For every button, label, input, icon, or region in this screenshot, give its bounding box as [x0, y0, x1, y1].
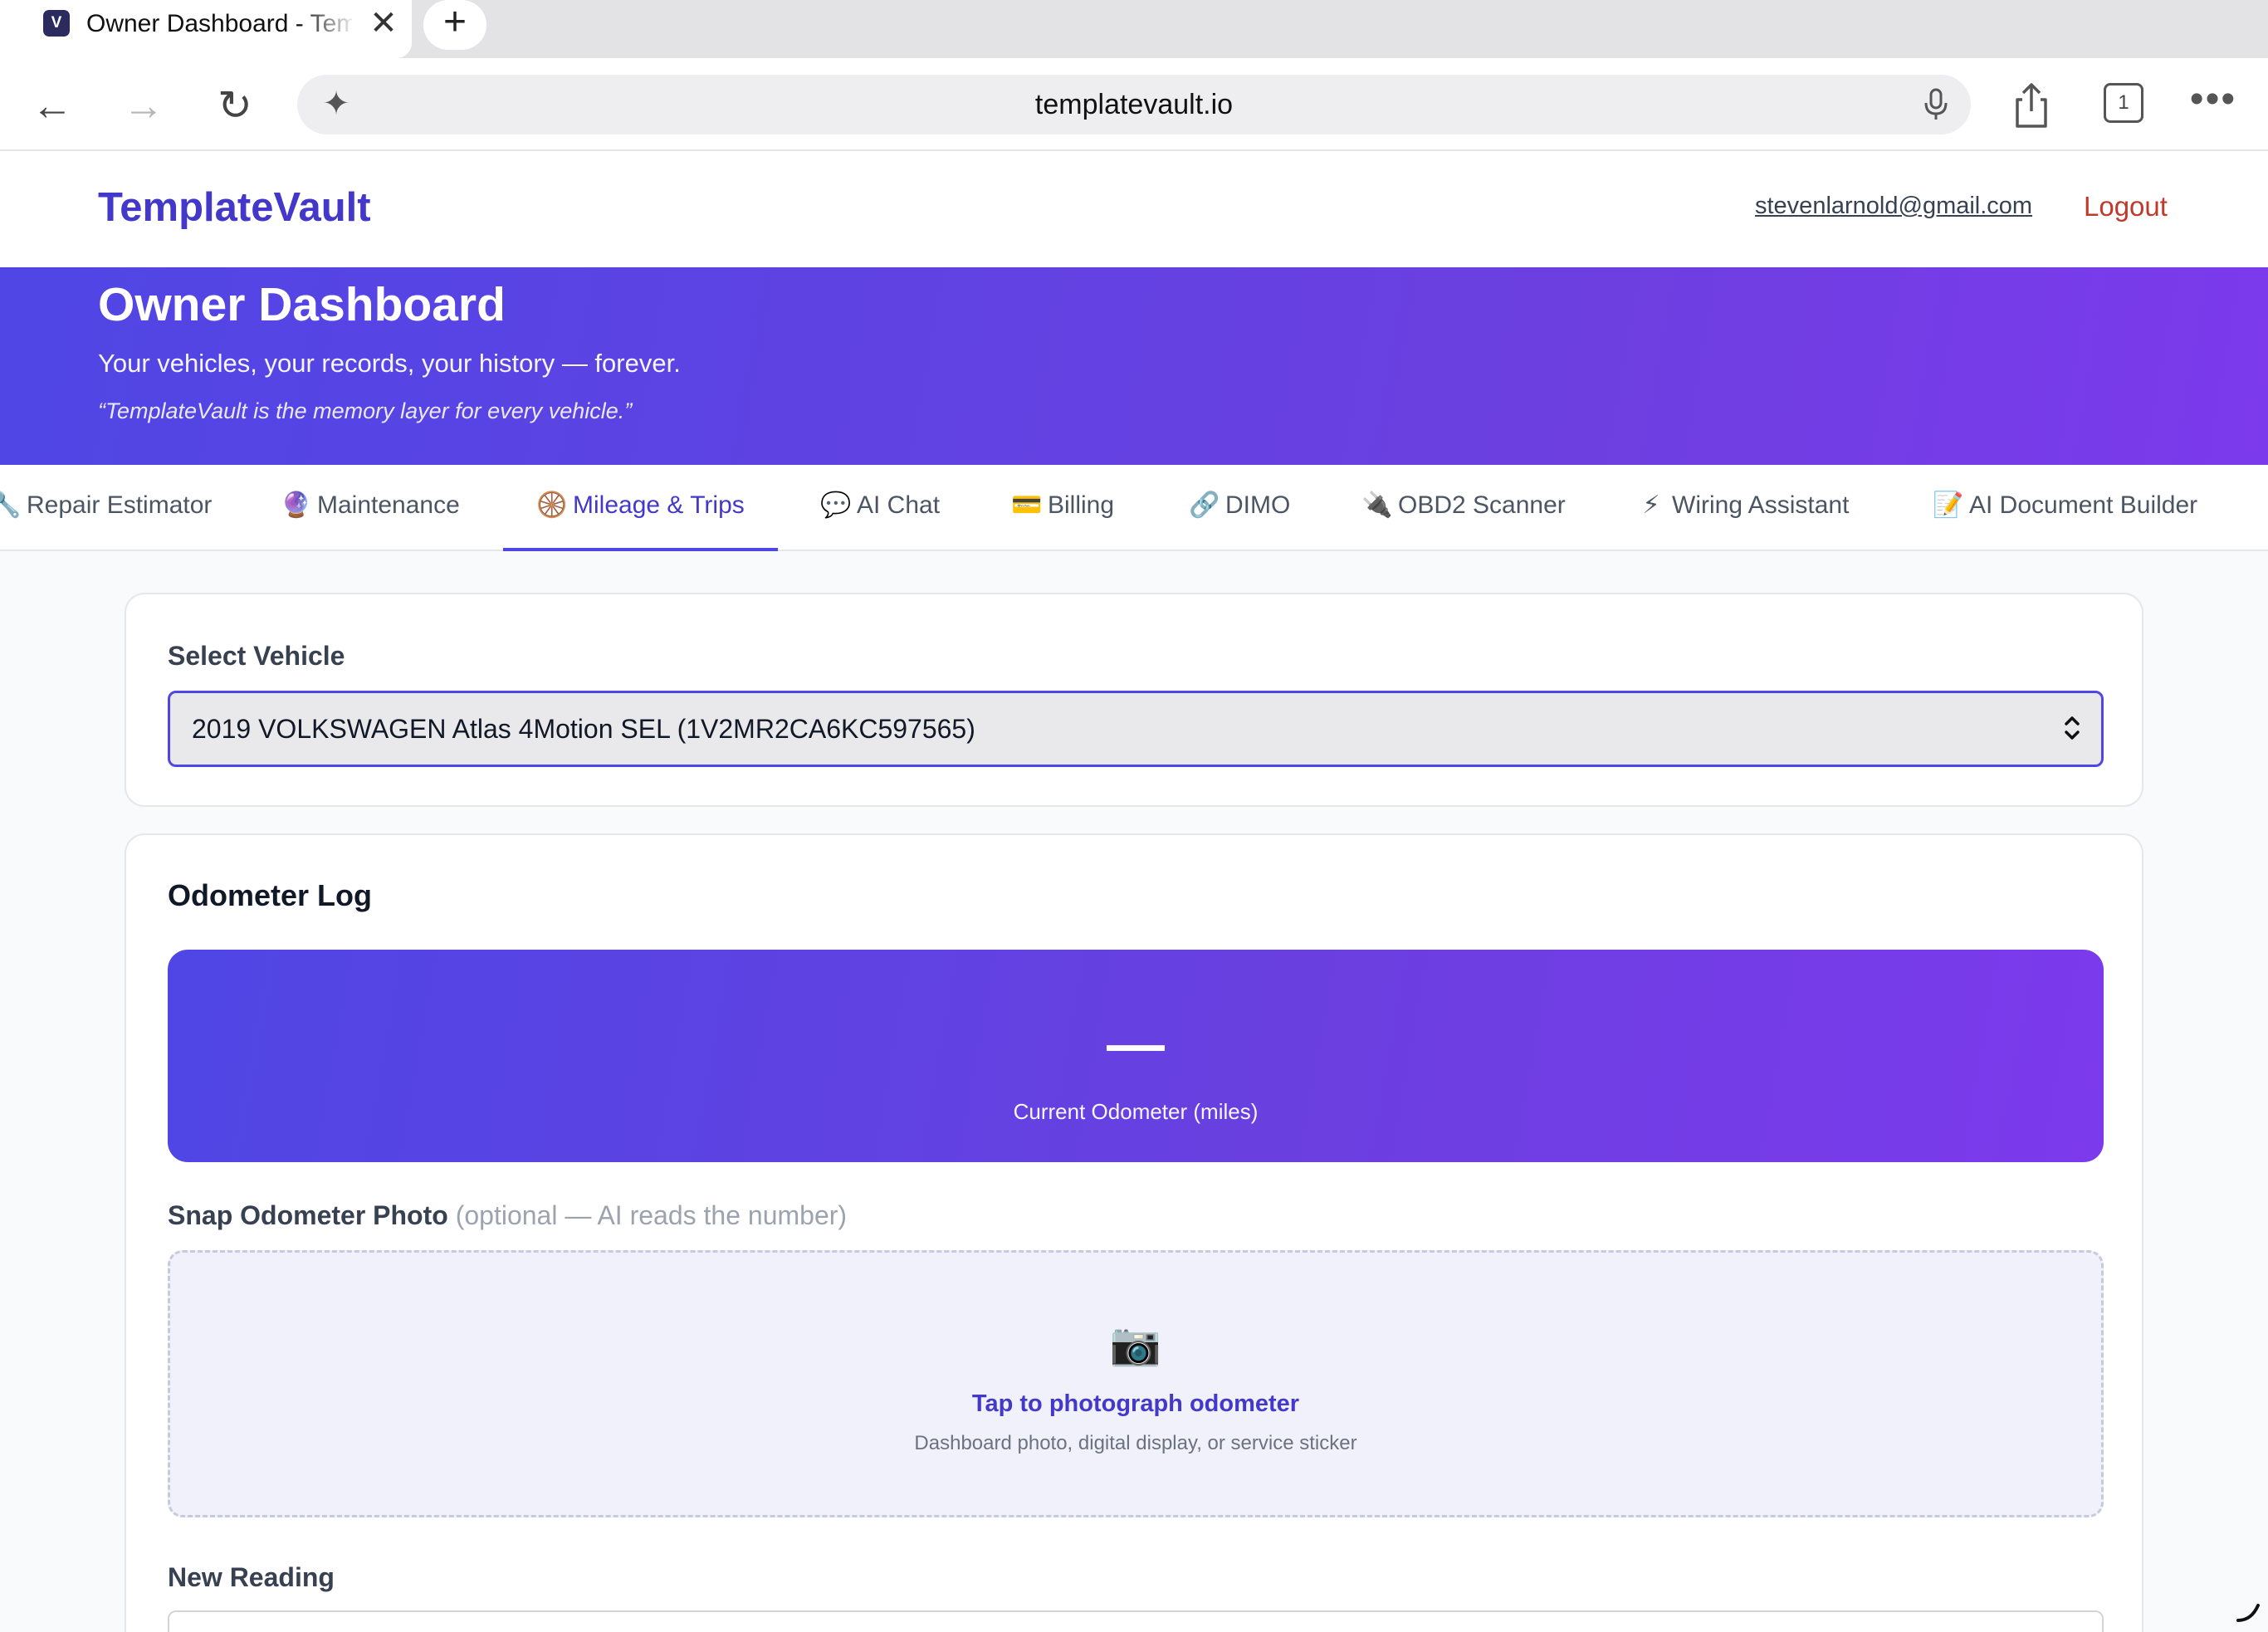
tab-obd2-scanner[interactable]: 🔌 OBD2 Scanner: [1361, 465, 1566, 551]
browser-toolbar: ← → ↻ templatevault.io ✦ 1 •••: [0, 58, 2268, 151]
current-odometer-caption: Current Odometer (miles): [1013, 1099, 1259, 1124]
tab-ai-document-builder[interactable]: 📝 AI Document Builder: [1933, 465, 2197, 551]
credit-card-icon: 💳: [1011, 491, 1043, 519]
odometer-photo-label: Snap Odometer Photo (optional — AI reads…: [168, 1200, 847, 1231]
share-icon[interactable]: [2004, 78, 2059, 133]
camera-icon: 📷: [1109, 1321, 1162, 1367]
odometer-log-title: Odometer Log: [168, 878, 373, 912]
wheel-icon: 🛞: [536, 491, 568, 519]
tab-ai-chat[interactable]: 💬 AI Chat: [820, 465, 940, 551]
tab-label: Wiring Assistant: [1672, 491, 1850, 519]
hero-banner: Owner Dashboard Your vehicles, your reco…: [0, 267, 2268, 465]
vehicle-select[interactable]: 2019 VOLKSWAGEN Atlas 4Motion SEL (1V2MR…: [168, 691, 2104, 767]
reload-icon[interactable]: ↻: [206, 76, 264, 134]
crystal-ball-icon: 🔮: [281, 491, 312, 519]
tab-label: Maintenance: [317, 491, 460, 519]
new-tab-button[interactable]: +: [423, 0, 486, 50]
brand-logo[interactable]: TemplateVault: [98, 184, 371, 231]
tab-mileage-trips[interactable]: 🛞 Mileage & Trips: [503, 465, 778, 551]
tab-label: Repair Estimator: [27, 491, 213, 519]
tab-maintenance[interactable]: 🔮 Maintenance: [281, 465, 460, 551]
tab-label: AI Chat: [857, 491, 941, 519]
tab-label: Billing: [1048, 491, 1115, 519]
new-reading-input[interactable]: [168, 1610, 2104, 1632]
close-tab-icon[interactable]: ✕: [365, 5, 402, 42]
dashboard-tabs: 🔧 Repair Estimator 🔮 Maintenance 🛞 Mileage …: [0, 465, 2268, 551]
browser-tab[interactable]: V Owner Dashboard - TemplateVault ✕: [0, 0, 412, 58]
link-icon: 🔗: [1189, 491, 1220, 519]
plug-icon: 🔌: [1361, 491, 1393, 519]
tab-billing[interactable]: 💳 Billing: [1011, 465, 1114, 551]
logout-button[interactable]: Logout: [2084, 191, 2168, 222]
hero-subtitle: Your vehicles, your records, your histor…: [98, 349, 681, 378]
dropzone-subtitle: Dashboard photo, digital display, or ser…: [914, 1432, 1357, 1454]
odometer-photo-dropzone[interactable]: 📷 Tap to photograph odometer Dashboard p…: [168, 1250, 2104, 1517]
current-odometer-value: —: [1107, 1011, 1165, 1076]
loading-spinner-icon: [2236, 1604, 2260, 1622]
tab-repair-estimator[interactable]: 🔧 Repair Estimator: [0, 465, 212, 551]
microphone-icon[interactable]: [1918, 86, 1954, 123]
photo-label-hint: (optional — AI reads the number): [455, 1200, 848, 1230]
current-odometer-display: — Current Odometer (miles): [168, 950, 2104, 1162]
odometer-log-card: Odometer Log — Current Odometer (miles) …: [125, 833, 2143, 1632]
vehicle-select-value: 2019 VOLKSWAGEN Atlas 4Motion SEL (1V2MR…: [192, 714, 975, 744]
site-favicon-icon: V: [43, 10, 70, 37]
tab-label: OBD2 Scanner: [1398, 491, 1566, 519]
select-vehicle-label: Select Vehicle: [168, 641, 345, 671]
hero-quote: “TemplateVault is the memory layer for e…: [98, 398, 633, 423]
speech-bubble-icon: 💬: [820, 491, 852, 519]
wrench-icon: 🔧: [0, 491, 22, 519]
tab-wiring-assistant[interactable]: ⚡ Wiring Assistant: [1635, 465, 1849, 551]
user-email-link[interactable]: stevenlarnold@gmail.com: [1755, 193, 2032, 220]
browser-tab-bar: V Owner Dashboard - TemplateVault ✕ +: [0, 0, 2268, 58]
memo-icon: 📝: [1933, 491, 1964, 519]
lightning-icon: ⚡: [1642, 491, 1660, 519]
page-title: Owner Dashboard: [98, 278, 506, 331]
tab-label: Mileage & Trips: [573, 491, 745, 519]
site-header: TemplateVault stevenlarnold@gmail.com Lo…: [0, 151, 2268, 267]
new-reading-label: New Reading: [168, 1562, 335, 1592]
url-text: templatevault.io: [1034, 89, 1234, 120]
dropzone-title: Tap to photograph odometer: [971, 1390, 1300, 1417]
tab-title-fade: [299, 3, 357, 45]
photo-label-text: Snap Odometer Photo: [168, 1200, 448, 1230]
vehicle-select-card: Select Vehicle 2019 VOLKSWAGEN Atlas 4Mo…: [125, 593, 2143, 807]
tab-count-icon[interactable]: 1: [2104, 83, 2143, 123]
more-menu-icon[interactable]: •••: [2188, 80, 2238, 125]
back-arrow-icon[interactable]: ←: [23, 76, 81, 134]
address-bar[interactable]: templatevault.io ✦: [297, 75, 1971, 134]
sparkle-icon[interactable]: ✦: [315, 83, 357, 125]
forward-arrow-icon[interactable]: →: [115, 76, 173, 134]
tab-label: AI Document Builder: [1969, 491, 2198, 519]
tab-label: DIMO: [1225, 491, 1291, 519]
select-caret-icon: [2065, 716, 2080, 740]
tab-dimo[interactable]: 🔗 DIMO: [1189, 465, 1290, 551]
